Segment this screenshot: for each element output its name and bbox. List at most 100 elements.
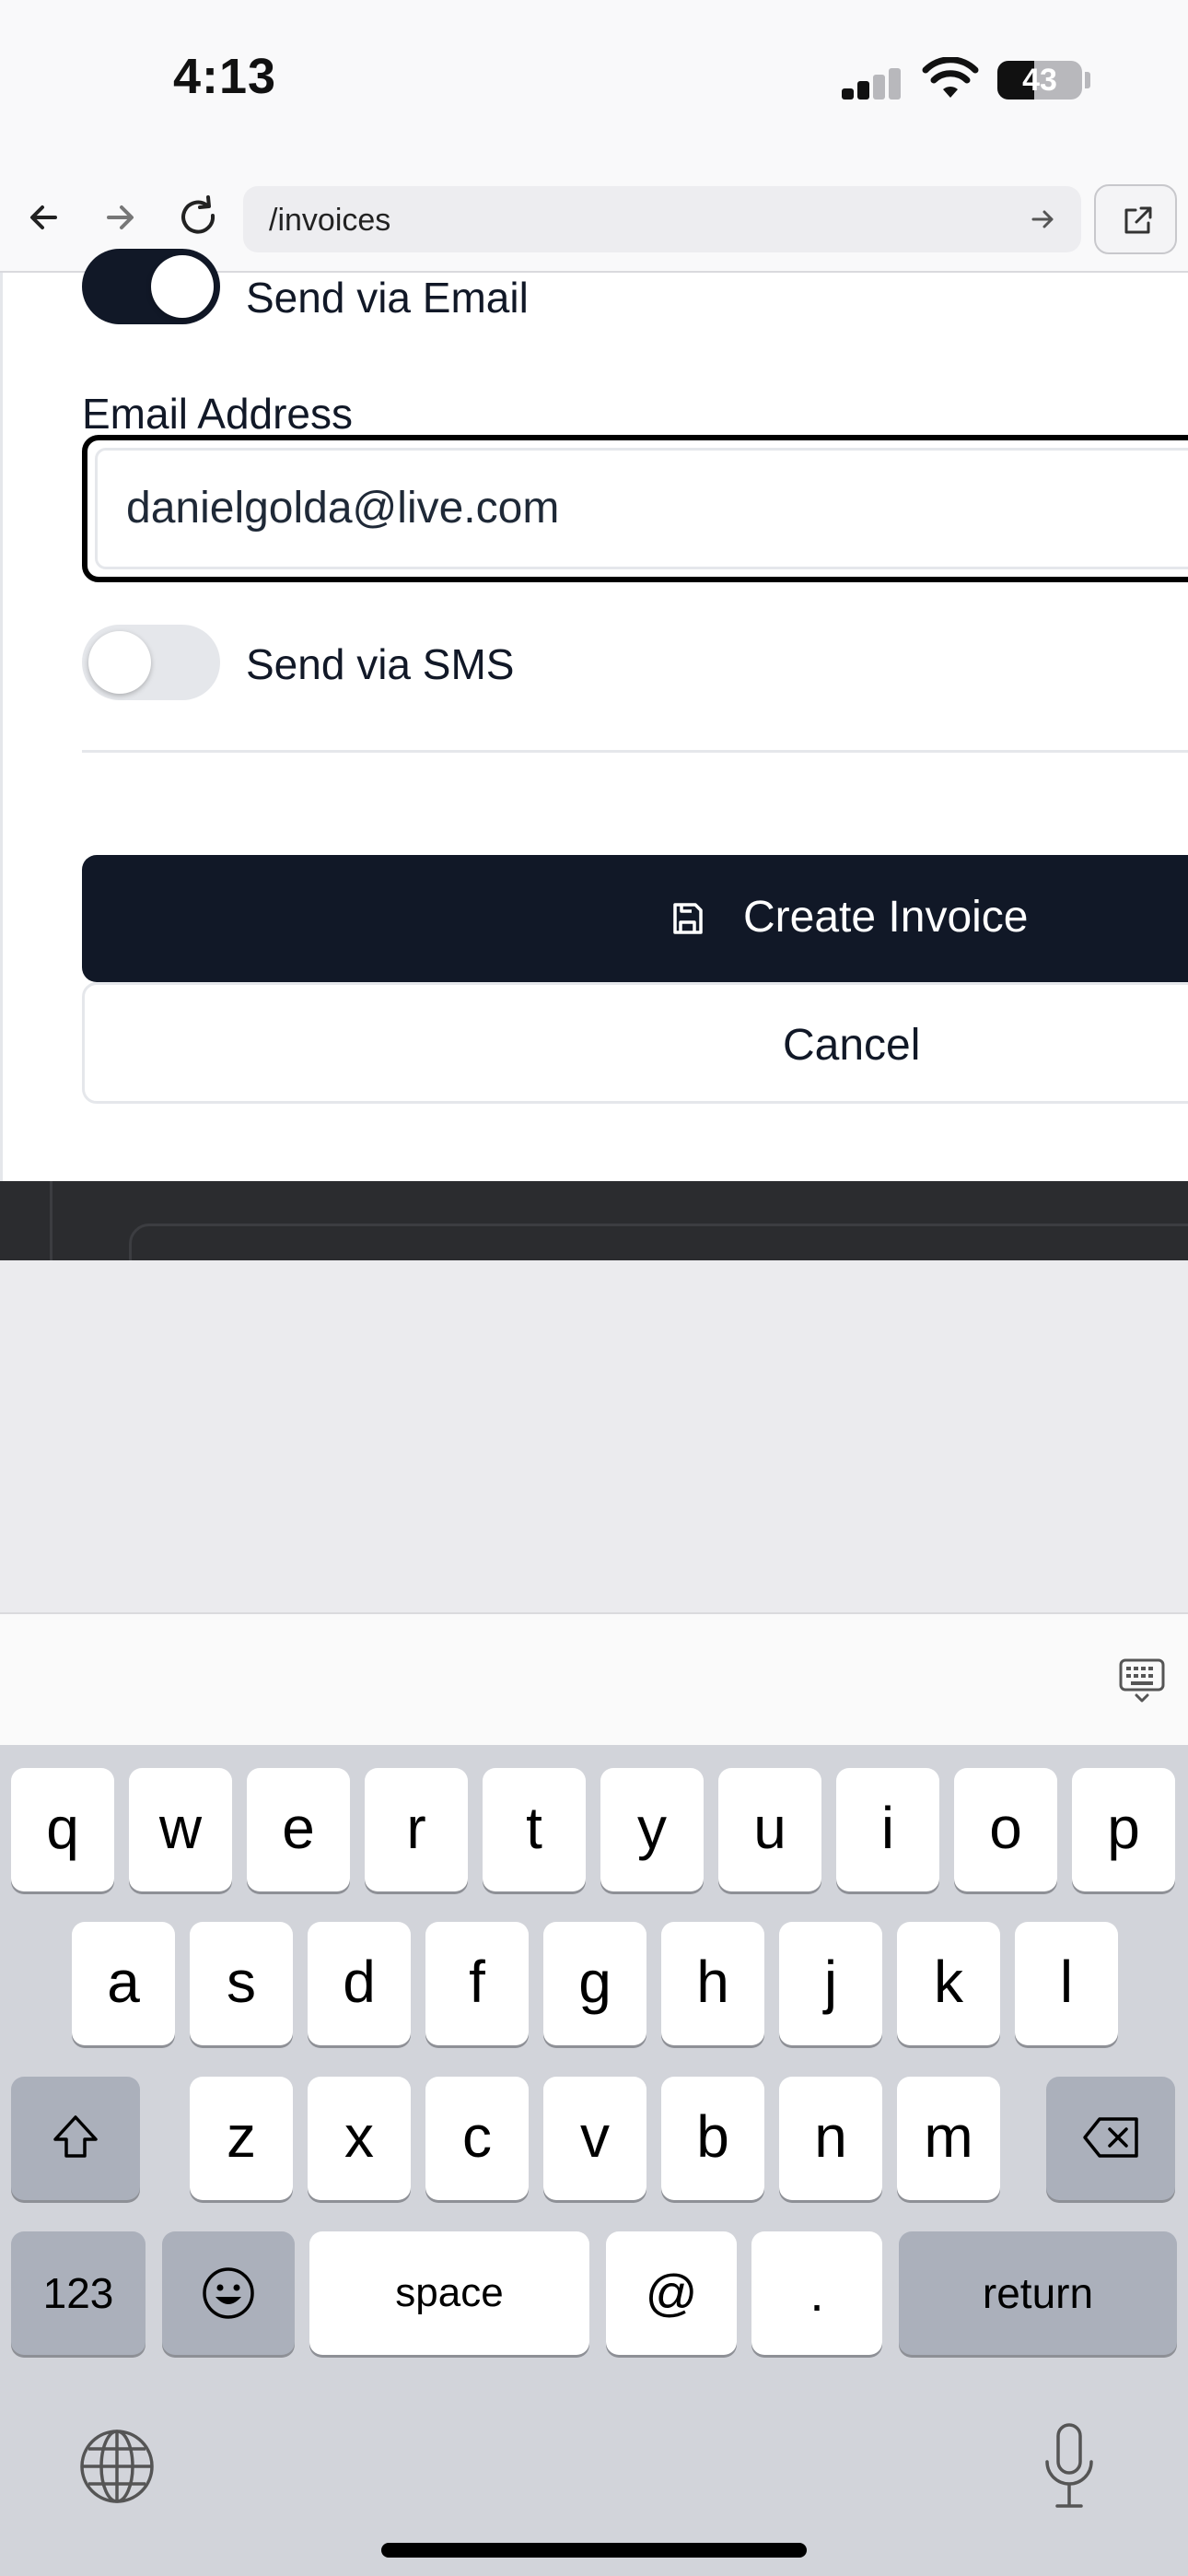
key-z[interactable]: z: [190, 2077, 293, 2200]
key-o[interactable]: o: [954, 1768, 1057, 1891]
key-label: x: [344, 2103, 374, 2170]
cancel-button[interactable]: Cancel: [82, 982, 1188, 1104]
invoice-form: Send via Email Email Address danielgolda…: [0, 249, 1188, 1181]
key-l[interactable]: l: [1015, 1922, 1118, 2045]
battery-tip: [1085, 72, 1090, 88]
back-icon[interactable]: [18, 192, 70, 243]
key-label: v: [580, 2103, 610, 2170]
reload-icon[interactable]: [173, 192, 225, 243]
key-label: a: [107, 1949, 140, 2015]
key-label: y: [637, 1795, 667, 1861]
save-icon: [673, 903, 703, 934]
key-a[interactable]: a: [72, 1922, 175, 2045]
create-invoice-label: Create Invoice: [743, 893, 1029, 942]
key-e[interactable]: e: [247, 1768, 350, 1891]
address-bar[interactable]: /invoices: [243, 186, 1081, 252]
key-m[interactable]: m: [897, 2077, 1000, 2200]
email-field-value: danielgolda@live.com: [126, 484, 560, 533]
key-label: f: [469, 1949, 485, 2015]
wifi-icon: [922, 57, 979, 98]
key-p[interactable]: p: [1072, 1768, 1175, 1891]
key-label: l: [1059, 1949, 1074, 2015]
email-toggle[interactable]: [82, 249, 220, 324]
key-n[interactable]: n: [779, 2077, 882, 2200]
key-label: return: [982, 2269, 1094, 2317]
sms-toggle[interactable]: [82, 625, 220, 700]
strip-line: [50, 1181, 52, 1260]
key-s[interactable]: s: [190, 1922, 293, 2045]
key-f[interactable]: f: [425, 1922, 529, 2045]
key-b[interactable]: b: [661, 2077, 764, 2200]
key-v[interactable]: v: [543, 2077, 646, 2200]
key-label: i: [880, 1795, 895, 1861]
emoji-key[interactable]: [162, 2231, 295, 2355]
toggle-knob: [151, 255, 214, 318]
key-label: k: [934, 1949, 963, 2015]
battery-percent: 43: [1022, 63, 1057, 98]
forward-icon[interactable]: [94, 192, 146, 243]
cellular-signal-icon: [842, 68, 903, 100]
key-label: q: [46, 1795, 79, 1861]
key-w[interactable]: w: [129, 1768, 232, 1891]
shift-icon: [53, 2115, 98, 2158]
key-d[interactable]: d: [308, 1922, 411, 2045]
emoji-icon: [203, 2267, 254, 2319]
key-label: p: [1107, 1795, 1140, 1861]
key-label: o: [989, 1795, 1022, 1861]
email-toggle-label: Send via Email: [246, 274, 529, 322]
at-key[interactable]: @: [606, 2231, 737, 2355]
key-k[interactable]: k: [897, 1922, 1000, 2045]
globe-icon[interactable]: [77, 2427, 157, 2506]
key-h[interactable]: h: [661, 1922, 764, 2045]
status-bar: 4:13 43: [0, 0, 1188, 166]
key-label: m: [924, 2103, 973, 2170]
key-label: d: [343, 1949, 376, 2015]
sms-toggle-label: Send via SMS: [246, 640, 515, 688]
delete-icon: [1083, 2117, 1138, 2158]
space-key[interactable]: space: [309, 2231, 589, 2355]
key-r[interactable]: r: [365, 1768, 468, 1891]
key-q[interactable]: q: [11, 1768, 114, 1891]
go-arrow-icon[interactable]: [1024, 201, 1061, 238]
home-indicator: [381, 2543, 807, 2558]
key-u[interactable]: u: [718, 1768, 821, 1891]
key-c[interactable]: c: [425, 2077, 529, 2200]
key-label: e: [282, 1795, 315, 1861]
status-time: 4:13: [173, 49, 277, 104]
key-label: h: [696, 1949, 729, 2015]
divider: [82, 750, 1188, 753]
mic-icon[interactable]: [1039, 2421, 1100, 2513]
key-x[interactable]: x: [308, 2077, 411, 2200]
return-key[interactable]: return: [899, 2231, 1177, 2355]
dot-key[interactable]: .: [751, 2231, 882, 2355]
key-label: s: [227, 1949, 256, 2015]
key-i[interactable]: i: [836, 1768, 939, 1891]
cancel-label: Cancel: [783, 1021, 921, 1070]
key-g[interactable]: g: [543, 1922, 646, 2045]
battery-icon: 43: [997, 61, 1082, 100]
keyboard-hide-icon[interactable]: [1116, 1655, 1168, 1706]
key-label: r: [406, 1795, 426, 1861]
keyboard: q w e r t y u i o p a s d f g h j k l z …: [0, 1745, 1188, 2576]
open-external-button[interactable]: [1094, 184, 1177, 254]
key-label: w: [158, 1795, 203, 1861]
key-label: @: [645, 2264, 698, 2322]
shift-key[interactable]: [11, 2077, 140, 2200]
key-label: b: [696, 2103, 729, 2170]
key-label: g: [578, 1949, 611, 2015]
key-label: n: [814, 2103, 847, 2170]
background-page-strip: [0, 1181, 1188, 1279]
key-j[interactable]: j: [779, 1922, 882, 2045]
email-field[interactable]: danielgolda@live.com: [82, 435, 1188, 582]
keyboard-accessory-bar: [0, 1612, 1188, 1745]
key-label: u: [753, 1795, 786, 1861]
key-y[interactable]: y: [600, 1768, 704, 1891]
key-label: z: [227, 2103, 256, 2170]
external-link-icon: [1124, 206, 1152, 234]
key-t[interactable]: t: [483, 1768, 586, 1891]
keyboard-spacer: [0, 1260, 1188, 1612]
create-invoice-button[interactable]: Create Invoice: [82, 855, 1188, 982]
numbers-key[interactable]: 123: [11, 2231, 146, 2355]
key-label: c: [462, 2103, 492, 2170]
delete-key[interactable]: [1046, 2077, 1175, 2200]
